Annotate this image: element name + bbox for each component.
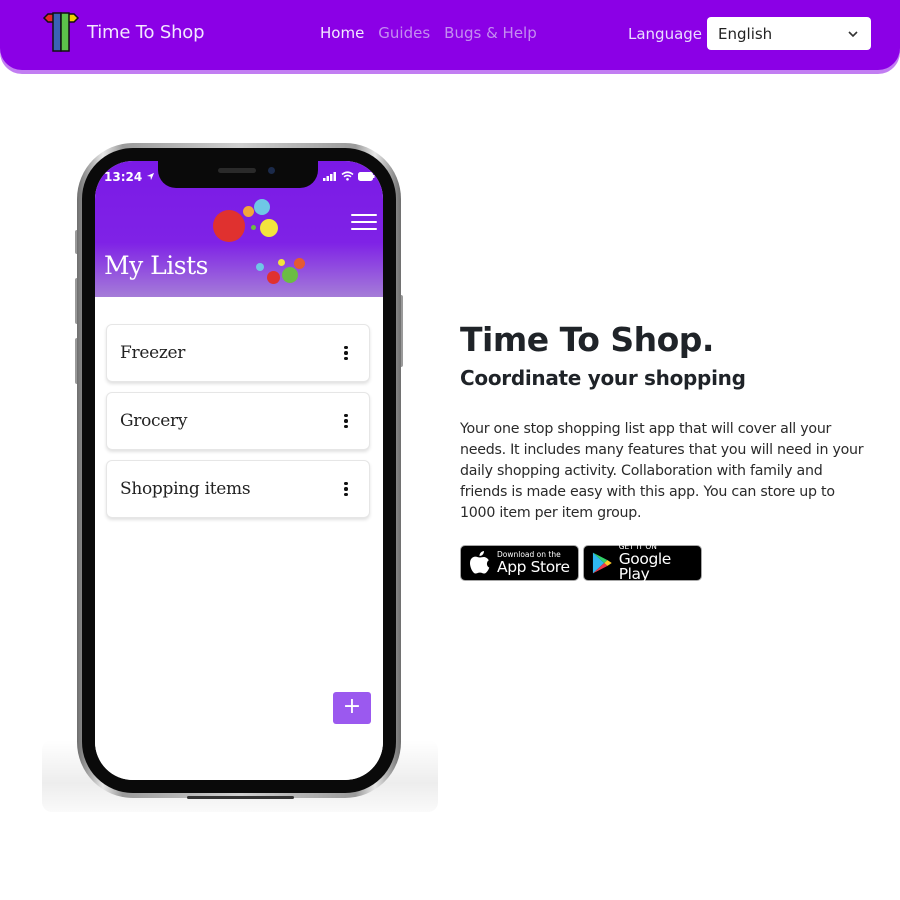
decor-dot	[254, 199, 270, 215]
store-badges: Download on the App Store GET IT ON Goog…	[460, 543, 702, 583]
screen-title: My Lists	[104, 251, 208, 280]
status-time: 13:24	[104, 170, 155, 184]
brand-link[interactable]: Time To Shop	[40, 12, 205, 52]
more-vert-icon[interactable]	[344, 345, 348, 361]
phone-mockup: 13:24 My Lists Freezer Grocery Shopping …	[77, 143, 401, 798]
phone-bezel: 13:24 My Lists Freezer Grocery Shopping …	[82, 148, 396, 793]
nav-guides[interactable]: Guides	[378, 24, 430, 42]
list-item-label: Freezer	[120, 343, 186, 363]
decor-dot	[294, 258, 305, 269]
decor-dot	[213, 210, 245, 242]
more-vert-icon[interactable]	[344, 413, 348, 429]
phone-notch	[158, 161, 318, 188]
nav-bugs-help[interactable]: Bugs & Help	[444, 24, 537, 42]
battery-icon	[358, 171, 375, 181]
list-item-label: Shopping items	[120, 479, 251, 499]
language-selected-value: English	[718, 24, 773, 43]
list-item[interactable]: Grocery	[106, 392, 370, 450]
google-play-icon	[592, 552, 612, 574]
signal-icon	[323, 171, 336, 181]
list-item-label: Grocery	[120, 411, 188, 431]
decor-dot	[243, 206, 254, 217]
phone-bottom-edge	[187, 796, 294, 799]
add-list-button[interactable]: +	[333, 692, 371, 724]
app-store-big: App Store	[497, 557, 570, 576]
nav-home[interactable]: Home	[320, 24, 364, 42]
list-item[interactable]: Freezer	[106, 324, 370, 382]
hero-subtitle: Coordinate your shopping	[460, 366, 746, 390]
more-vert-icon[interactable]	[344, 481, 348, 497]
decor-dot	[260, 219, 278, 237]
location-arrow-icon	[147, 172, 155, 181]
hero-description: Your one stop shopping list app that wil…	[460, 421, 864, 521]
status-icons	[323, 171, 375, 181]
decor-dot	[251, 225, 256, 230]
chevron-down-icon	[848, 30, 858, 37]
language-picker: Language English	[628, 17, 872, 50]
phone-screen: 13:24 My Lists Freezer Grocery Shopping …	[95, 161, 383, 780]
app-store-text: Download on the App Store	[497, 551, 570, 575]
phone-camera	[268, 167, 275, 174]
app-store-badge[interactable]: Download on the App Store	[460, 545, 579, 581]
navbar: Time To Shop Home Guides Bugs & Help Lan…	[0, 0, 900, 70]
google-play-badge[interactable]: GET IT ON Google Play	[583, 543, 702, 583]
google-play-big: Google Play	[618, 549, 672, 584]
decor-dot	[282, 267, 298, 283]
decor-dot	[256, 263, 264, 271]
logo-icon	[42, 12, 80, 52]
decor-dot	[267, 271, 280, 284]
hero-title: Time To Shop.	[460, 320, 714, 359]
nav-links: Home Guides Bugs & Help	[320, 24, 537, 42]
phone-speaker	[218, 168, 256, 173]
list-item[interactable]: Shopping items	[106, 460, 370, 518]
language-label: Language	[628, 24, 703, 43]
decor-dot	[278, 259, 285, 266]
brand-name: Time To Shop	[87, 21, 205, 43]
wifi-icon	[341, 171, 354, 181]
language-select[interactable]: English	[707, 17, 872, 50]
hamburger-menu-icon[interactable]	[351, 214, 377, 232]
google-play-text: GET IT ON Google Play	[619, 543, 701, 583]
apple-icon	[470, 551, 490, 574]
